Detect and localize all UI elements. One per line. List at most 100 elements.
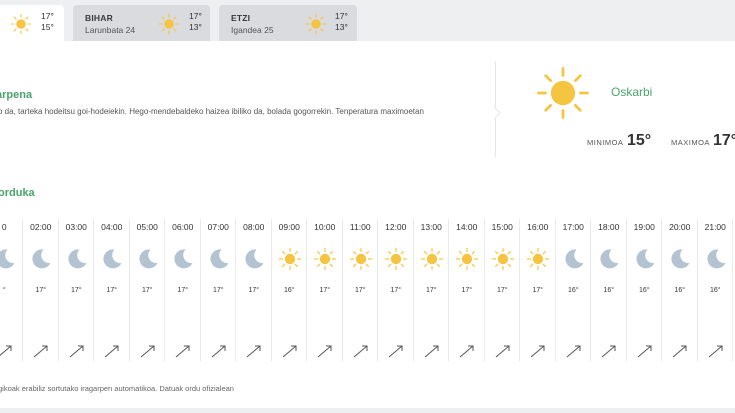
moon-icon [209, 249, 228, 269]
max-value: 17° [713, 132, 735, 149]
hour-time: 07:00 [207, 222, 229, 232]
hour-column: 04:00 17° [93, 219, 129, 361]
wind-arrow-icon [495, 345, 509, 358]
sun-icon [158, 13, 180, 35]
hour-column: 0 ° [0, 219, 22, 361]
hour-temp: 17° [390, 287, 402, 294]
wind-arrow-icon [317, 345, 332, 358]
summary-title: arpena [0, 89, 33, 101]
sun-icon [305, 13, 327, 35]
hour-time: 10:00 [314, 222, 336, 232]
hour-temp: 17° [141, 287, 153, 294]
hour-column: 07:00 17° [199, 219, 236, 361]
wind-arrow-icon [530, 345, 545, 358]
wind-arrow-icon [459, 345, 474, 358]
hour-time: 06:00 [172, 222, 194, 232]
wind-arrow-icon [601, 345, 616, 358]
min-label: MINIMOA [587, 138, 624, 147]
wind-arrow-icon [566, 345, 580, 358]
max-label: MAXIMOA [671, 138, 710, 147]
tab-min-temp: 13° [189, 22, 202, 32]
moon-icon [635, 249, 654, 269]
hour-temp: 17° [425, 287, 437, 294]
hour-time: 16:00 [527, 222, 549, 232]
tab-today[interactable]: 17° 15° [0, 5, 64, 42]
tab-etzi[interactable]: ETZI Igandea 25 17° 13° [219, 5, 357, 42]
hour-time: 09:00 [278, 222, 300, 232]
hour-column: 20:00 16° [661, 219, 697, 361]
hour-time: 0 [1, 222, 7, 232]
hour-column: 21:00 16° [696, 219, 733, 361]
tab-day-name: ETZI [231, 13, 251, 23]
hour-temp: 16° [283, 287, 295, 294]
hour-column: 13:00 17° [412, 219, 449, 361]
hour-temp: 17° [532, 287, 544, 294]
hour-time: 12:00 [385, 222, 407, 232]
hour-temp: 17° [106, 287, 118, 294]
moon-icon [103, 249, 122, 269]
tab-max-temp: 17° [189, 11, 202, 21]
moon-icon [564, 249, 583, 269]
hour-temp: 17° [70, 287, 82, 294]
divider-pointer [489, 107, 501, 119]
hour-column: 11:00 17° [341, 219, 378, 361]
wind-arrow-icon [353, 345, 367, 358]
hour-time: 04:00 [101, 222, 123, 232]
hour-time: 20:00 [669, 222, 691, 232]
condition-label: Oskarbi [611, 85, 653, 99]
hour-temp: 16° [674, 287, 686, 294]
tab-date: Igandea 25 [231, 25, 274, 35]
moon-icon [706, 249, 725, 269]
footnote: gikoak erabiliz sortutako iragarpen auto… [0, 384, 234, 393]
wind-arrow-icon [388, 345, 403, 358]
hour-time: 13:00 [420, 222, 442, 232]
hour-column: 15:00 17° [483, 219, 520, 361]
hour-column: 14:00 17° [448, 219, 484, 361]
sun-icon [526, 247, 550, 271]
moon-icon [67, 249, 86, 269]
hour-time: 14:00 [456, 222, 478, 232]
wind-arrow-icon [211, 345, 225, 358]
wind-arrow-icon [0, 345, 11, 356]
hour-temp: 16° [603, 287, 615, 294]
hour-temp: 17° [212, 287, 224, 294]
hour-temp: 16° [638, 287, 650, 294]
hourly-forecast: 0 ° 02:00 17° 03:00 17° 04:00 17° 05:00 17° 06:00 1… [0, 219, 735, 361]
wind-arrow-icon [246, 345, 261, 358]
tab-max-temp: 17° [335, 11, 348, 21]
moon-icon [671, 249, 690, 269]
sun-icon [491, 247, 514, 271]
hour-time: 08:00 [243, 222, 265, 232]
summary-text: o da, tarteka hodeitsu goi-hodeiekin. He… [0, 107, 424, 116]
moon-icon [245, 249, 264, 269]
hour-column: 09:00 16° [270, 219, 307, 361]
tab-max-temp: 17° [41, 11, 54, 21]
hour-column: 03:00 17° [57, 219, 94, 361]
hour-time: 17:00 [562, 222, 584, 232]
hour-column: 06:00 17° [164, 219, 200, 361]
sun-icon [537, 67, 589, 119]
hour-column: 19:00 16° [625, 219, 662, 361]
sun-icon [384, 247, 408, 271]
hour-temp: 17° [177, 287, 189, 294]
hour-temp: 16° [709, 287, 721, 294]
hour-temp: 17° [35, 287, 47, 294]
wind-arrow-icon [424, 345, 438, 358]
hour-temp: 16° [567, 287, 579, 294]
hour-time: 03:00 [65, 222, 87, 232]
tab-min-temp: 13° [335, 22, 348, 32]
wind-arrow-icon [708, 345, 722, 358]
tab-day-name: BIHAR [85, 13, 113, 23]
min-value: 15° [627, 132, 652, 149]
hour-temp: 17° [496, 287, 508, 294]
wind-arrow-icon [282, 345, 296, 358]
hour-column: 10:00 17° [306, 219, 342, 361]
sun-icon [349, 247, 372, 271]
hour-temp: 17° [319, 287, 331, 294]
moon-icon [32, 249, 51, 269]
tab-bihar[interactable]: BIHAR Larunbata 24 17° 13° [73, 5, 210, 42]
hour-column: 16:00 17° [519, 219, 555, 361]
hour-temp: 17° [248, 287, 260, 294]
hour-temp: 17° [461, 287, 473, 294]
moon-icon [138, 249, 157, 269]
